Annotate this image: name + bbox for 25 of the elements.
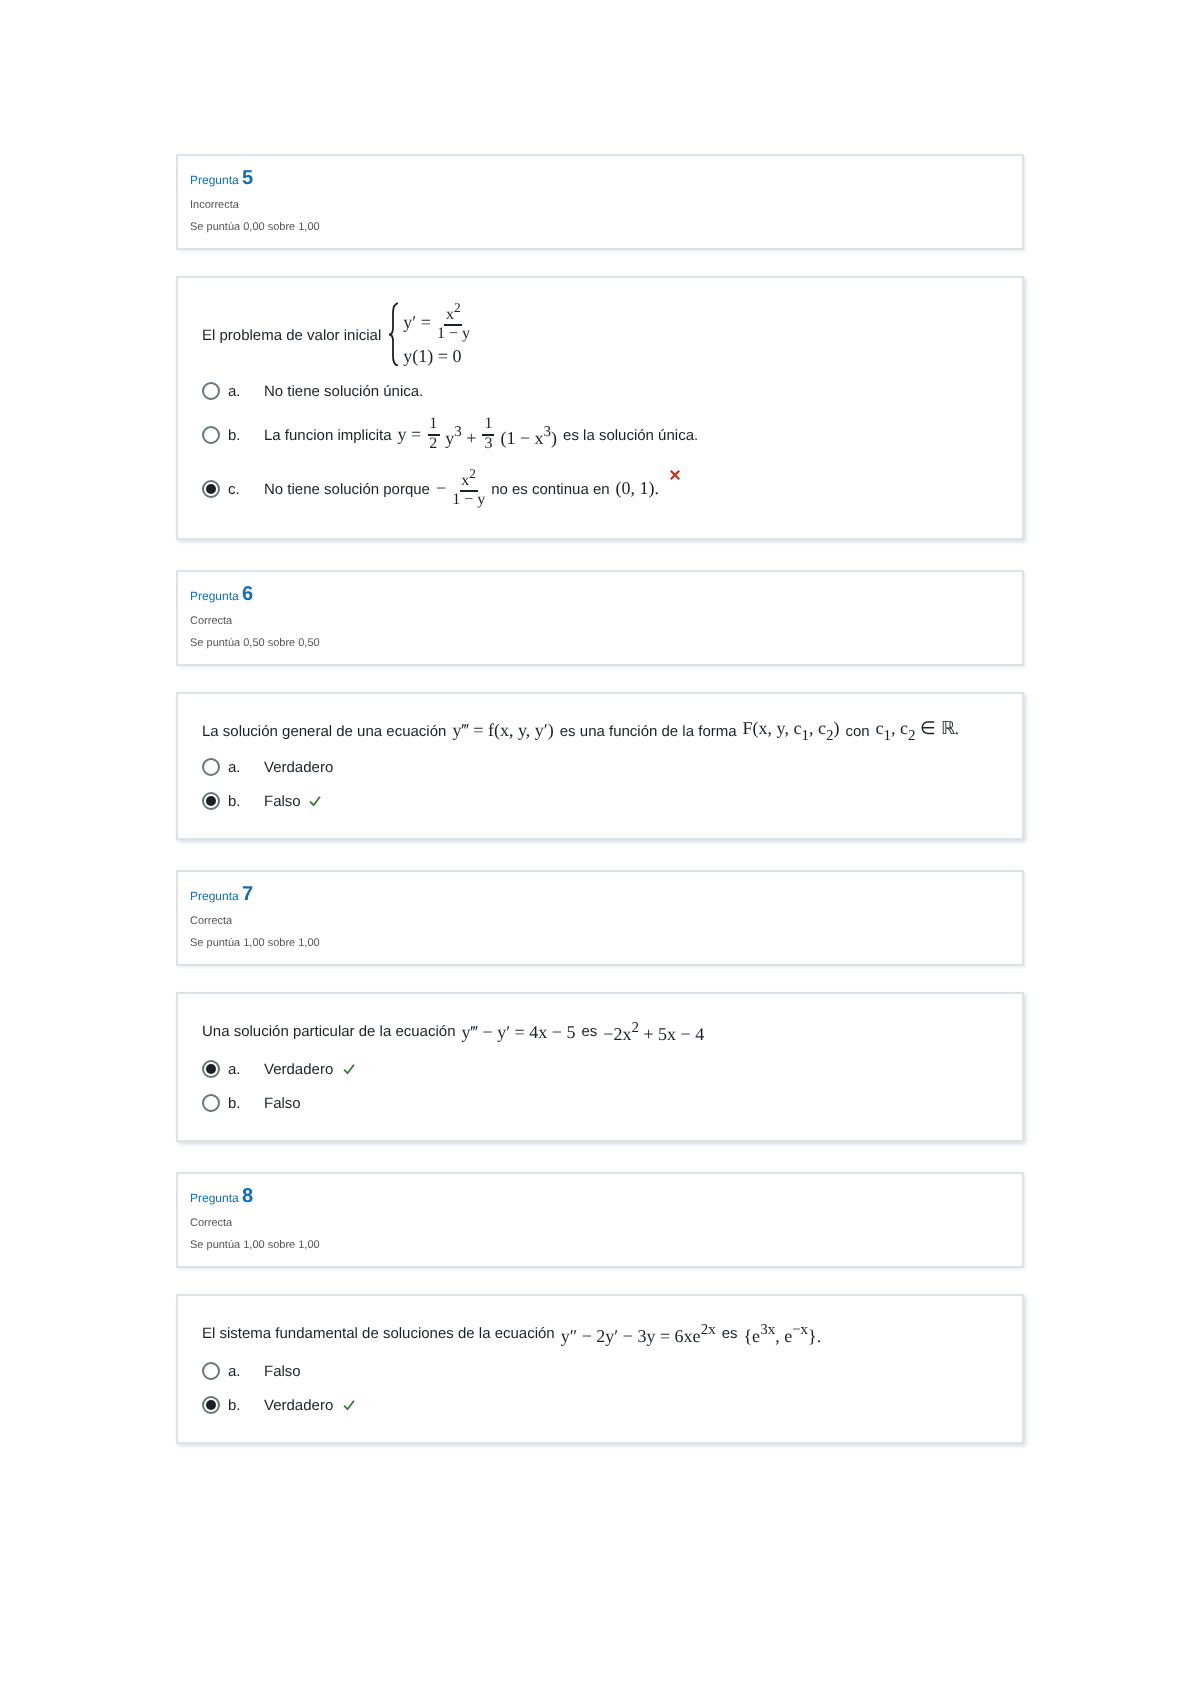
radio-button[interactable] <box>202 1396 220 1415</box>
math-expression: (1 − x$^{3}$) <box>500 421 558 448</box>
math-expression: F(x, y, c$_{1}$, c$_{2}$) <box>742 717 840 743</box>
math-expression: y‴ − y′ = 4x − 5 <box>461 1021 576 1042</box>
radio-button[interactable] <box>202 425 220 444</box>
math-expression: (0, 1). <box>615 478 660 499</box>
math-expression: c$_{1}$, c$_{2}$ ∈ ℝ. <box>875 717 960 743</box>
radio-button[interactable] <box>202 382 220 401</box>
radio-button[interactable] <box>202 1094 220 1113</box>
radio-button[interactable] <box>202 479 220 498</box>
math-expression: y″ − 2y′ − 3y = 6xe$^{2x}$ <box>560 1320 716 1347</box>
math-expression: y$^{3}$ + <box>445 421 477 448</box>
radio-button[interactable] <box>202 1060 220 1079</box>
math-expression: y‴ = f(x, y, y′) <box>452 720 554 741</box>
math-expression: {e$^{3x}$, e$^{−x}$}. <box>743 1320 822 1347</box>
radio-button[interactable] <box>202 1362 220 1381</box>
fraction: 1 3 <box>482 416 495 453</box>
radio-button[interactable] <box>202 792 220 811</box>
math-expression: − <box>435 478 447 499</box>
fraction: 1 2 <box>427 416 440 453</box>
math-expression: −2x$^{2}$ + 5x − 4 <box>603 1018 705 1045</box>
brace-icon <box>387 302 400 367</box>
math-expression: y = <box>397 424 422 445</box>
fraction: x$^{2}$ 1 − y <box>452 468 486 510</box>
radio-button[interactable] <box>202 758 220 777</box>
